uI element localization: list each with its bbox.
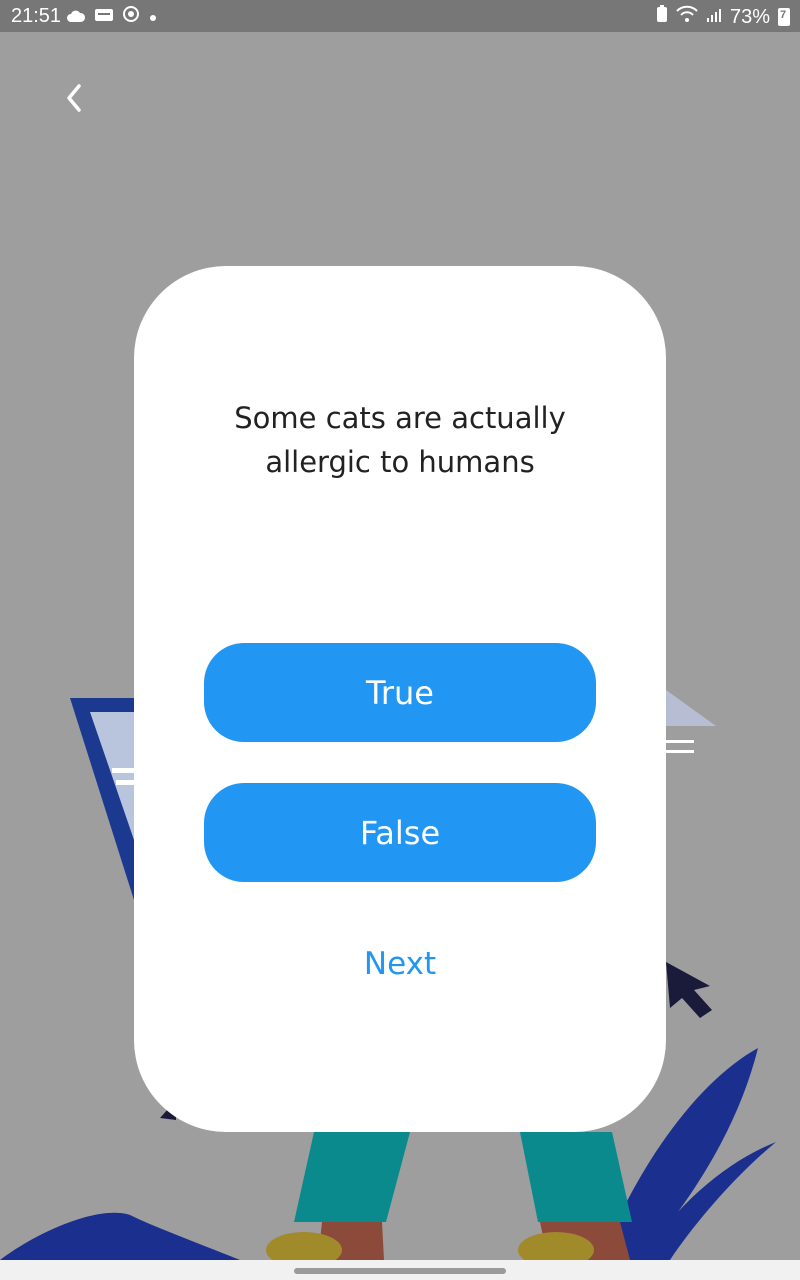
notification-icons <box>66 5 158 29</box>
person-illustration <box>294 1132 410 1222</box>
quiz-card: Some cats are actually allergic to human… <box>134 266 666 1132</box>
whatsapp-icon <box>122 5 140 29</box>
cursor-illustration <box>666 962 712 1018</box>
status-bar: 21:51 73% 7 <box>0 0 800 32</box>
battery-badge: 7 <box>780 9 787 21</box>
home-handle[interactable] <box>294 1268 506 1274</box>
battery-icon: 7 <box>778 8 790 26</box>
paper-plane-illustration <box>666 690 716 726</box>
battery-saver-icon <box>656 5 668 29</box>
signal-icon <box>706 6 722 29</box>
question-text: Some cats are actually allergic to human… <box>234 401 566 479</box>
navigation-bar <box>0 1260 800 1280</box>
dot-icon <box>148 6 158 29</box>
back-button[interactable] <box>54 78 94 118</box>
status-right: 73% 7 <box>656 5 790 29</box>
wifi-icon <box>676 5 698 29</box>
battery-percent: 73% <box>729 5 770 28</box>
webtoon-icon <box>94 6 114 29</box>
status-time: 21:51 <box>11 5 62 27</box>
true-button[interactable]: True <box>204 643 596 742</box>
next-button[interactable]: Next <box>134 946 666 982</box>
chevron-left-icon <box>67 84 81 112</box>
cloud-icon <box>66 6 86 29</box>
false-button[interactable]: False <box>204 783 596 882</box>
